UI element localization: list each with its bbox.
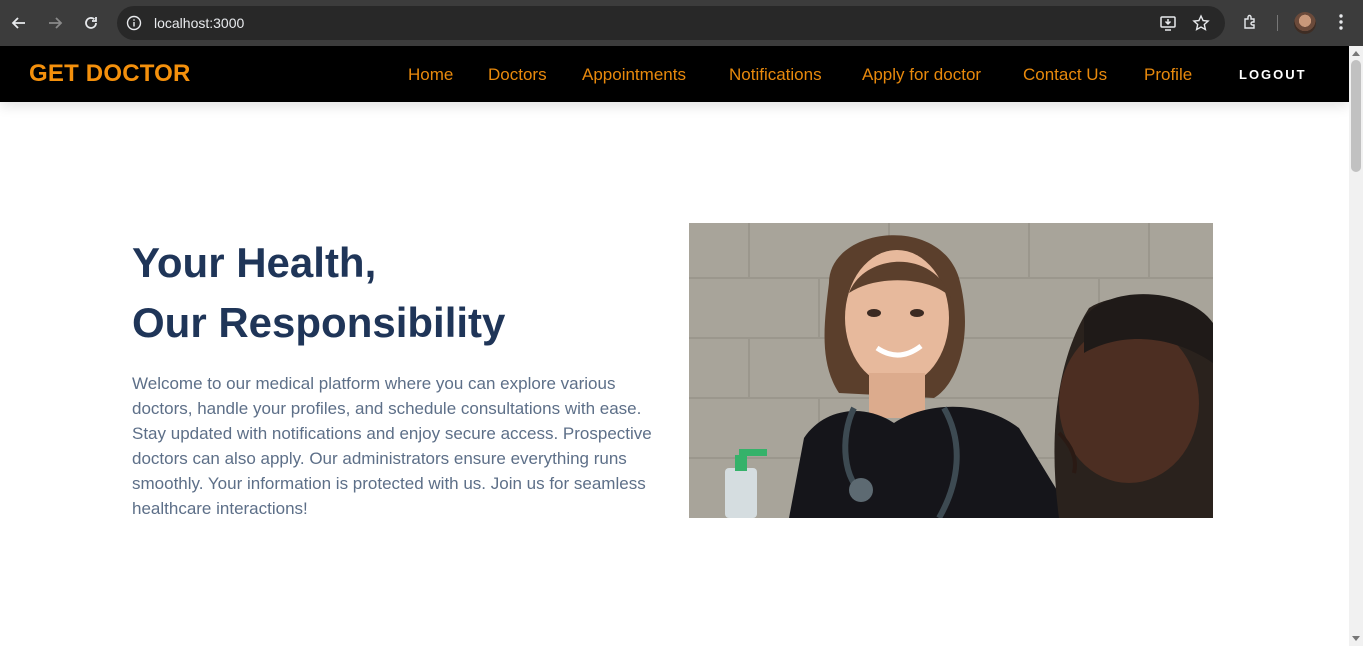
extensions-icon[interactable]	[1240, 11, 1262, 33]
forward-icon[interactable]	[41, 9, 69, 37]
hero-title-line-2: Our Responsibility	[132, 299, 506, 346]
hero-title-line-1: Your Health,	[132, 239, 377, 286]
scroll-up-arrow-icon[interactable]	[1349, 46, 1363, 60]
back-icon[interactable]	[5, 9, 33, 37]
hero-description: Welcome to our medical platform where yo…	[132, 374, 652, 518]
install-app-icon[interactable]	[1158, 13, 1178, 33]
page-viewport: GET DOCTOR Home Doctors Appointments Not…	[0, 46, 1349, 646]
scrollbar-thumb[interactable]	[1351, 60, 1361, 172]
browser-toolbar: localhost:3000	[0, 0, 1363, 46]
reload-icon[interactable]	[77, 9, 105, 37]
hero-doctor-image	[689, 223, 1213, 518]
nav-link-contact-us[interactable]: Contact Us	[1023, 64, 1107, 86]
menu-kebab-icon[interactable]	[1330, 11, 1352, 33]
profile-avatar[interactable]	[1294, 12, 1316, 34]
toolbar-divider	[1277, 15, 1278, 31]
nav-links: Home Doctors Appointments Notifications …	[0, 64, 1349, 86]
logout-button[interactable]: LOGOUT	[1239, 67, 1307, 82]
site-navbar: GET DOCTOR Home Doctors Appointments Not…	[0, 46, 1349, 102]
nav-link-profile[interactable]: Profile	[1144, 64, 1192, 86]
site-info-icon[interactable]	[125, 14, 143, 32]
scroll-down-arrow-icon[interactable]	[1349, 632, 1363, 646]
address-bar[interactable]: localhost:3000	[117, 6, 1225, 40]
hero-title: Your Health, Our Responsibility	[132, 233, 505, 353]
url-text[interactable]: localhost:3000	[154, 14, 244, 32]
nav-link-home[interactable]: Home	[408, 64, 453, 86]
nav-link-apply-for-doctor[interactable]: Apply for doctor	[862, 64, 981, 86]
bookmark-star-icon[interactable]	[1191, 13, 1211, 33]
nav-link-doctors[interactable]: Doctors	[488, 64, 547, 86]
nav-link-appointments[interactable]: Appointments	[582, 64, 686, 86]
nav-link-notifications[interactable]: Notifications	[729, 64, 822, 86]
